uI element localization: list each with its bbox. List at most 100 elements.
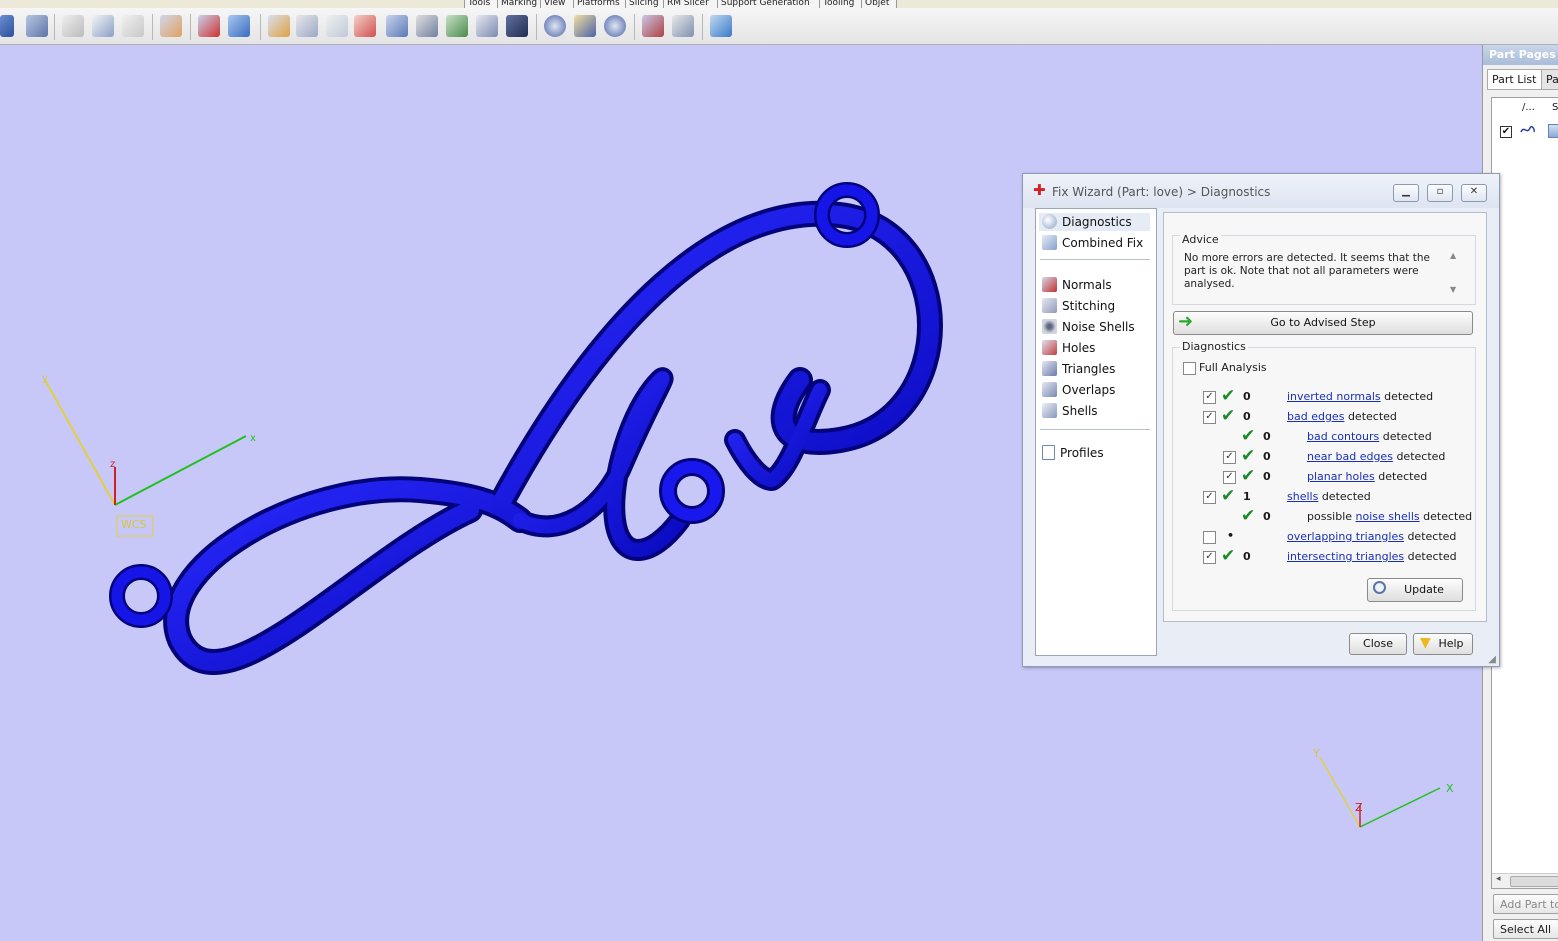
fix-wizard-icon[interactable] bbox=[198, 15, 220, 37]
help-funnel-icon: ▼ bbox=[1420, 635, 1431, 651]
parts-icon[interactable] bbox=[26, 15, 48, 37]
export-icon[interactable] bbox=[710, 15, 732, 37]
sphere-icon[interactable] bbox=[604, 15, 626, 37]
minimize-button[interactable]: ▁ bbox=[1393, 184, 1419, 202]
inverted-normals-checkbox[interactable]: ✓ bbox=[1203, 391, 1216, 404]
nav-noise-shells[interactable]: Noise Shells bbox=[1042, 318, 1135, 336]
check-icon: ✔ bbox=[1221, 546, 1236, 566]
green-arrow-icon: ➜ bbox=[1178, 311, 1194, 332]
orientation-axes bbox=[1319, 756, 1441, 828]
check-icon: ✔ bbox=[1241, 426, 1256, 446]
overlapping-triangles-checkbox[interactable] bbox=[1203, 531, 1216, 544]
combined-fix-icon bbox=[1042, 235, 1057, 250]
overlapping-triangles-count: • bbox=[1227, 529, 1235, 542]
maximize-button[interactable]: ▫ bbox=[1427, 184, 1453, 202]
full-analysis-checkbox[interactable] bbox=[1183, 362, 1196, 375]
copy-icon[interactable] bbox=[92, 15, 114, 37]
inverted-normals-link[interactable]: inverted normals bbox=[1287, 390, 1381, 403]
bad-edges-checkbox[interactable]: ✓ bbox=[1203, 411, 1216, 424]
love-infinity-model[interactable] bbox=[109, 182, 943, 675]
tab-part-list[interactable]: Part List bbox=[1487, 69, 1547, 90]
overlapping-triangles-row: overlapping triangles detected bbox=[1287, 530, 1457, 543]
bad-contours-link[interactable]: bad contours bbox=[1307, 430, 1379, 443]
mini-axis-y-label: Y bbox=[1313, 747, 1320, 760]
inverted-normals-row: inverted normals detected bbox=[1287, 390, 1434, 403]
column-header-name[interactable]: /... bbox=[1522, 102, 1535, 113]
nav-triangles[interactable]: Triangles bbox=[1042, 360, 1115, 378]
box-icon[interactable] bbox=[228, 15, 250, 37]
scroll-down-icon[interactable]: ▼ bbox=[1450, 285, 1456, 294]
axis-x-label: x bbox=[250, 433, 256, 444]
nav-combined-fix[interactable]: Combined Fix bbox=[1042, 234, 1143, 252]
paste-icon[interactable] bbox=[122, 15, 144, 37]
nav-holes[interactable]: Holes bbox=[1042, 339, 1095, 357]
bad-edges-row: bad edges detected bbox=[1287, 410, 1397, 423]
shells-checkbox[interactable]: ✓ bbox=[1203, 491, 1216, 504]
noise-shells-icon bbox=[1042, 319, 1057, 334]
part-status-icon bbox=[1548, 124, 1558, 138]
mirror-icon[interactable] bbox=[416, 15, 438, 37]
split-icon[interactable] bbox=[642, 15, 664, 37]
nav-diagnostics[interactable]: Diagnostics bbox=[1039, 213, 1150, 231]
part-list: /... S ✔ ◂ bbox=[1491, 97, 1558, 889]
scale-icon[interactable] bbox=[386, 15, 408, 37]
frame-icon[interactable] bbox=[506, 15, 528, 37]
select-all-button[interactable]: Select All bbox=[1493, 919, 1558, 939]
resize-grip-icon[interactable]: ◢ bbox=[1488, 654, 1496, 665]
text-icon[interactable] bbox=[296, 15, 318, 37]
shells-icon bbox=[1042, 403, 1057, 418]
nav-overlaps[interactable]: Overlaps bbox=[1042, 381, 1115, 399]
nav-profiles[interactable]: Profiles bbox=[1042, 444, 1104, 462]
nav-shells[interactable]: Shells bbox=[1042, 402, 1098, 420]
shells-link[interactable]: shells bbox=[1287, 490, 1318, 503]
planar-holes-link[interactable]: planar holes bbox=[1307, 470, 1375, 483]
dialog-titlebar[interactable]: ✚ Fix Wizard (Part: love) > Diagnostics … bbox=[1023, 174, 1499, 208]
advice-text: No more errors are detected. It seems th… bbox=[1184, 252, 1430, 290]
intersecting-triangles-link[interactable]: intersecting triangles bbox=[1287, 550, 1404, 563]
help-button[interactable]: ▼ Help bbox=[1413, 633, 1473, 655]
near-bad-edges-checkbox[interactable]: ✓ bbox=[1223, 451, 1236, 464]
axis-z-label: z bbox=[110, 459, 116, 470]
check-icon: ✔ bbox=[1241, 506, 1256, 526]
mark-icon[interactable] bbox=[354, 15, 376, 37]
near-bad-edges-link[interactable]: near bad edges bbox=[1307, 450, 1393, 463]
scrollbar-thumb[interactable] bbox=[1510, 876, 1558, 887]
wcs-axes bbox=[44, 379, 247, 537]
tab-other[interactable]: Pa bbox=[1541, 69, 1558, 90]
go-to-advised-step-button[interactable]: ➜ Go to Advised Step bbox=[1173, 311, 1473, 335]
rotate-icon[interactable] bbox=[476, 15, 498, 37]
nav-stitching[interactable]: Stitching bbox=[1042, 297, 1115, 315]
overlapping-triangles-link[interactable]: overlapping triangles bbox=[1287, 530, 1404, 543]
holes-icon bbox=[1042, 340, 1057, 355]
noise-shells-link[interactable]: noise shells bbox=[1356, 510, 1420, 523]
normals-icon bbox=[1042, 277, 1057, 292]
nav-normals[interactable]: Normals bbox=[1042, 276, 1112, 294]
advice-scrollbar[interactable]: ▲ ▼ bbox=[1448, 251, 1460, 297]
close-button[interactable]: Close bbox=[1349, 633, 1407, 655]
planar-holes-checkbox[interactable]: ✓ bbox=[1223, 471, 1236, 484]
star-icon[interactable] bbox=[574, 15, 596, 37]
bad-contours-row: bad contours detected bbox=[1307, 430, 1432, 443]
scroll-left-icon[interactable]: ◂ bbox=[1496, 874, 1501, 884]
transform-icon[interactable] bbox=[672, 15, 694, 37]
globe-icon[interactable] bbox=[544, 15, 566, 37]
update-button[interactable]: Update bbox=[1367, 578, 1463, 602]
triangles-icon bbox=[1042, 361, 1057, 376]
close-window-button[interactable]: ✕ bbox=[1461, 184, 1487, 202]
shade-icon[interactable] bbox=[326, 15, 348, 37]
intersecting-triangles-row: intersecting triangles detected bbox=[1287, 550, 1457, 563]
scroll-up-icon[interactable]: ▲ bbox=[1450, 251, 1456, 260]
cut-icon[interactable] bbox=[62, 15, 84, 37]
move-up-icon[interactable] bbox=[446, 15, 468, 37]
hand-select-icon[interactable] bbox=[160, 15, 182, 37]
part-visible-checkbox[interactable]: ✔ bbox=[1500, 126, 1512, 138]
open-part-icon[interactable] bbox=[0, 15, 14, 37]
bad-edges-link[interactable]: bad edges bbox=[1287, 410, 1344, 423]
column-header-status[interactable]: S bbox=[1552, 102, 1558, 113]
diagnostics-panel: Advice No more errors are detected. It s… bbox=[1163, 212, 1487, 622]
horizontal-scrollbar[interactable]: ◂ bbox=[1492, 873, 1558, 888]
add-part-button[interactable]: Add Part to bbox=[1493, 894, 1558, 914]
stitching-icon bbox=[1042, 298, 1057, 313]
measure-icon[interactable] bbox=[268, 15, 290, 37]
intersecting-triangles-checkbox[interactable]: ✓ bbox=[1203, 551, 1216, 564]
